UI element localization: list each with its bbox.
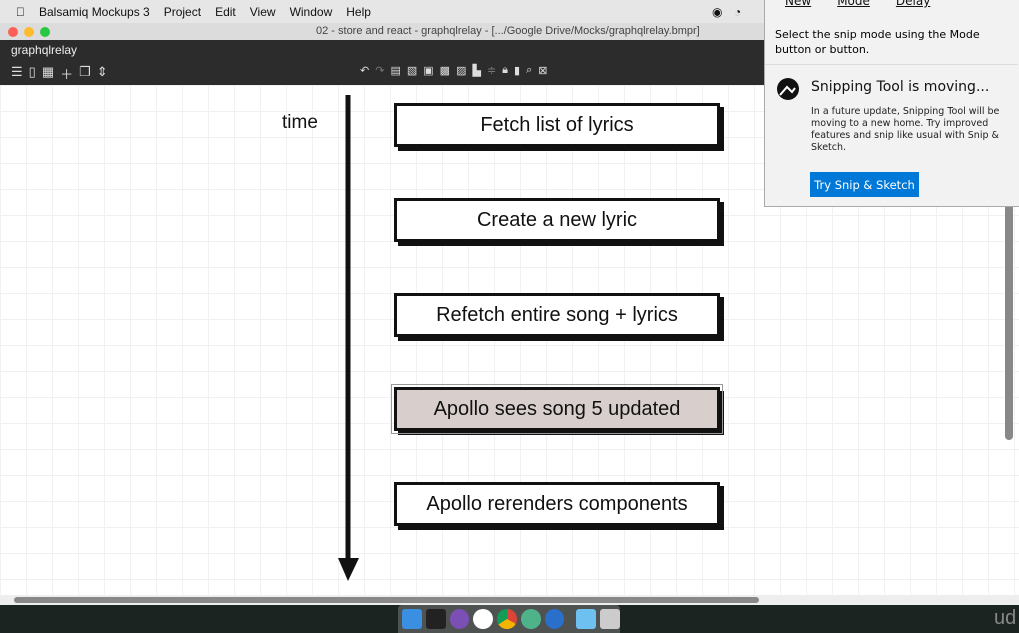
align-icon[interactable]: ≑ bbox=[487, 64, 496, 77]
snip-toolbar: New Mode Delay bbox=[765, 0, 1019, 12]
redo-icon[interactable]: ↷ bbox=[375, 64, 384, 77]
horizontal-scrollbar-track[interactable] bbox=[0, 595, 1019, 605]
grid-view-icon[interactable]: ▦ bbox=[42, 64, 54, 83]
project-name: graphqlrelay bbox=[11, 43, 78, 57]
snip-delay-button[interactable]: Delay bbox=[884, 0, 930, 12]
window-title: 02 - store and react - graphqlrelay - [.… bbox=[316, 25, 700, 37]
snip-mode-button[interactable]: Mode bbox=[825, 0, 870, 12]
step-box-apollo-sees[interactable]: Apollo sees song 5 updated bbox=[391, 384, 723, 434]
snipping-tool-window: New Mode Delay Select the snip mode usin… bbox=[764, 0, 1019, 207]
lock-icon[interactable]: 🔒︎ bbox=[502, 64, 508, 77]
toolbar-left: ☰ ▯ ▦ ＋ ❐ ⇕ bbox=[11, 64, 108, 83]
snip-hint: Select the snip mode using the Mode butt… bbox=[775, 28, 980, 56]
mac-dock bbox=[398, 605, 621, 633]
menu-edit[interactable]: Edit bbox=[215, 5, 236, 19]
chrome-icon[interactable] bbox=[497, 609, 517, 629]
step-box-refetch[interactable]: Refetch entire song + lyrics bbox=[394, 293, 720, 337]
try-snip-sketch-button[interactable]: Try Snip & Sketch bbox=[810, 172, 919, 197]
search-icon[interactable]: ⌕ bbox=[526, 64, 532, 77]
close-button[interactable] bbox=[8, 27, 18, 37]
snip-sketch-icon bbox=[777, 78, 799, 100]
copy-icon[interactable]: ▧ bbox=[407, 64, 417, 77]
menu-icon[interactable]: ☰ bbox=[11, 64, 23, 83]
editor-icon[interactable] bbox=[449, 609, 470, 629]
zoom-button[interactable] bbox=[40, 27, 50, 37]
step-box-apollo-rerenders[interactable]: Apollo rerenders components bbox=[394, 482, 720, 526]
trash-icon[interactable] bbox=[600, 609, 621, 629]
terminal-icon[interactable] bbox=[425, 609, 446, 629]
finder-icon[interactable] bbox=[402, 609, 422, 629]
quicktime-icon[interactable] bbox=[544, 609, 565, 629]
minimize-button[interactable] bbox=[24, 27, 34, 37]
timer-icon[interactable]: ◔ bbox=[734, 5, 741, 19]
apple-icon[interactable]:  bbox=[16, 5, 25, 19]
record-icon[interactable]: ◉ bbox=[712, 5, 722, 19]
timeline-arrow-icon bbox=[338, 95, 359, 581]
snip-new-button[interactable]: New bbox=[773, 0, 811, 12]
cut-icon[interactable]: ▤ bbox=[390, 64, 400, 77]
reorder-icon[interactable]: ⇕ bbox=[97, 64, 108, 83]
copy-icon[interactable]: ❐ bbox=[79, 64, 91, 83]
arrange-icon[interactable]: ▙ bbox=[472, 64, 480, 77]
snip-heading: Snipping Tool is moving... bbox=[811, 79, 990, 95]
group-icon[interactable]: ▩ bbox=[440, 64, 450, 77]
vertical-scrollbar[interactable] bbox=[1005, 195, 1013, 440]
add-icon[interactable]: ＋ bbox=[60, 64, 73, 83]
delete-icon[interactable]: ▮ bbox=[514, 64, 520, 77]
menu-app[interactable]: Balsamiq Mockups 3 bbox=[39, 5, 150, 19]
atom-icon[interactable] bbox=[520, 609, 541, 629]
horizontal-scrollbar-thumb[interactable] bbox=[14, 597, 759, 603]
watermark: ud bbox=[994, 607, 1017, 629]
inspector-icon[interactable]: ⊠ bbox=[538, 64, 547, 77]
time-label: time bbox=[282, 112, 318, 133]
menu-view[interactable]: View bbox=[250, 5, 276, 19]
undo-icon[interactable]: ↶ bbox=[360, 64, 369, 77]
menu-project[interactable]: Project bbox=[164, 5, 201, 19]
folder-icon[interactable] bbox=[576, 609, 597, 629]
step-box-fetch[interactable]: Fetch list of lyrics bbox=[394, 103, 720, 147]
toolbar-center: ↶ ↷ ▤ ▧ ▣ ▩ ▨ ▙ ≑ 🔒︎ ▮ ⌕ ⊠ bbox=[360, 64, 547, 77]
smiley-app-icon[interactable] bbox=[473, 609, 494, 629]
menu-help[interactable]: Help bbox=[346, 5, 371, 19]
ungroup-icon[interactable]: ▨ bbox=[456, 64, 466, 77]
paste-icon[interactable]: ▣ bbox=[423, 64, 433, 77]
single-view-icon[interactable]: ▯ bbox=[29, 64, 36, 83]
snip-body: In a future update, Snipping Tool will b… bbox=[811, 106, 1000, 153]
step-box-create[interactable]: Create a new lyric bbox=[394, 198, 720, 242]
menu-window[interactable]: Window bbox=[290, 5, 333, 19]
